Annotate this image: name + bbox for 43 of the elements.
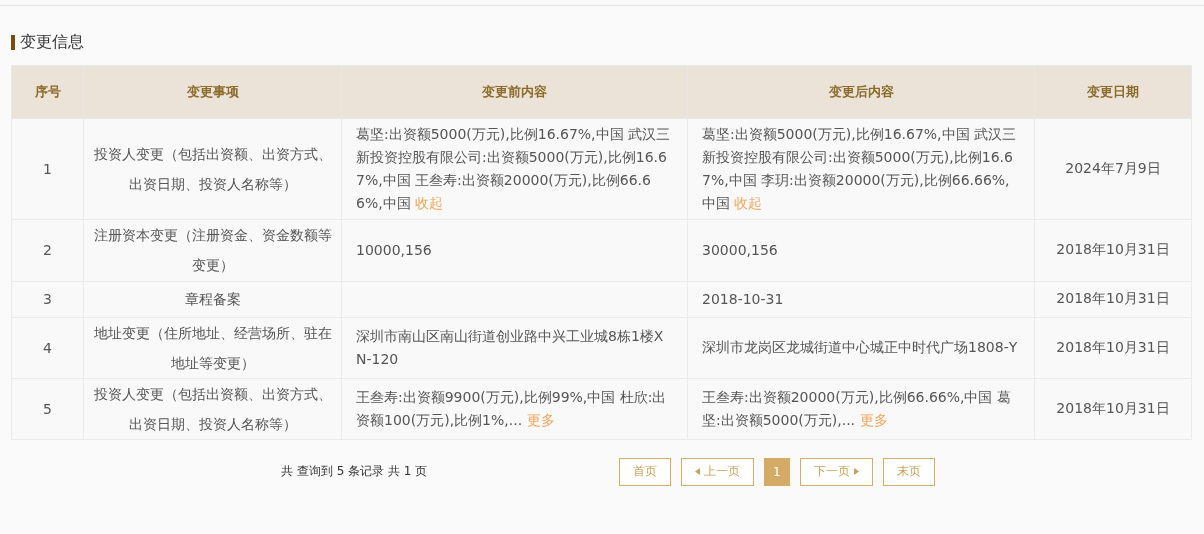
table-cell: 投资人变更（包括出资额、出资方式、出资日期、投资人名称等） — [83, 378, 342, 440]
page-button[interactable]: 末页 — [882, 457, 935, 486]
table-cell: 葛坚:出资额5000(万元),比例16.67%,中国 武汉三新投资控股有限公司:出资额5000(万元),比例16.67%,中国 王叁寿:出资额20000(万元),比例66.66%,中国 收起 — [341, 118, 688, 220]
record-summary: 共 查询到 5 条记录 共 1 页 — [281, 463, 429, 481]
table-cell: 2018-10-31 — [687, 281, 1035, 318]
table-cell: 2018年10月31日 — [1034, 281, 1192, 318]
table-cell: 3 — [11, 281, 84, 318]
table-cell: 深圳市龙岗区龙城街道中心城正中时代广场1808-Y — [687, 317, 1035, 379]
table-cell: 2018年10月31日 — [1034, 219, 1192, 282]
column-header: 序号 — [11, 65, 84, 119]
table-cell: 地址变更（住所地址、经营场所、驻在地址等变更） — [83, 317, 342, 379]
section-title: 变更信息 — [20, 31, 84, 53]
table-cell: 王叁寿:出资额9900(万元),比例99%,中国 杜欣:出资额100(万元),比例1%,... 更多 — [341, 378, 688, 440]
table-cell: 1 — [11, 118, 84, 220]
table-cell: 30000,156 — [687, 219, 1035, 282]
table-cell: 王叁寿:出资额20000(万元),比例66.66%,中国 葛坚:出资额5000(万元),... 更多 — [687, 378, 1035, 440]
toggle-link[interactable]: 更多 — [526, 411, 555, 428]
section-marker — [11, 34, 15, 50]
column-header: 变更后内容 — [687, 65, 1035, 119]
toggle-link[interactable]: 收起 — [415, 195, 444, 212]
left-arrow-icon — [695, 468, 700, 476]
table-cell: 章程备案 — [83, 281, 342, 318]
table-cell: 2 — [11, 219, 84, 282]
table-cell: 2018年10月31日 — [1034, 378, 1192, 440]
table-cell: 5 — [11, 378, 84, 440]
toggle-link[interactable]: 更多 — [859, 411, 888, 428]
toggle-link[interactable]: 收起 — [734, 195, 763, 212]
page-button[interactable]: 首页 — [619, 457, 671, 486]
table-cell: 2024年7月9日 — [1034, 118, 1192, 220]
page-number-button[interactable]: 1 — [764, 457, 790, 486]
table-cell: 深圳市南山区南山街道创业路中兴工业城8栋1楼XN-120 — [341, 317, 688, 379]
table-cell: 2018年10月31日 — [1034, 317, 1192, 379]
table-cell: 4 — [11, 317, 84, 379]
page-button[interactable]: 下一页 — [799, 457, 873, 486]
column-header: 变更事项 — [83, 65, 342, 119]
table-cell: 投资人变更（包括出资额、出资方式、出资日期、投资人名称等） — [83, 118, 342, 220]
column-header: 变更前内容 — [341, 65, 688, 119]
table-cell: 注册资本变更（注册资金、资金数额等变更） — [83, 219, 342, 282]
column-header: 变更日期 — [1034, 65, 1192, 119]
table-cell: 葛坚:出资额5000(万元),比例16.67%,中国 武汉三新投资控股有限公司:出资额5000(万元),比例16.67%,中国 李玥:出资额20000(万元),比例66.66%,中国 收起 — [687, 118, 1035, 220]
page-button[interactable]: 上一页 — [681, 457, 754, 486]
right-arrow-icon — [853, 468, 859, 476]
table-cell: 10000,156 — [341, 219, 688, 282]
